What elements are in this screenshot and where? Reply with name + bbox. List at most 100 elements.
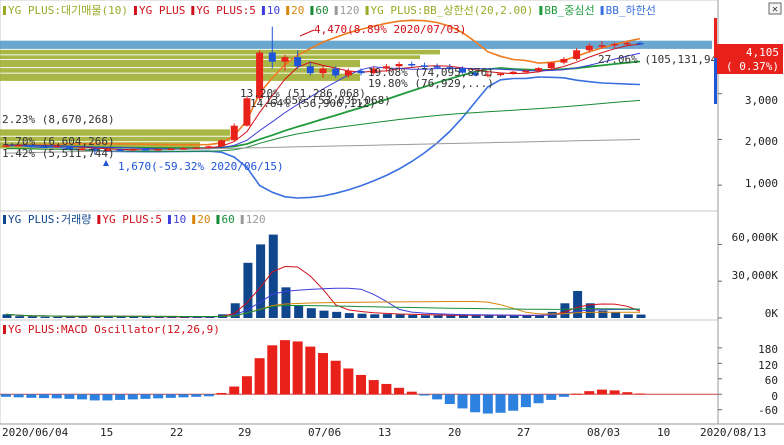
x-label-15: 15 (100, 426, 113, 439)
low-annotation: 1,670(-59.32% 2020/06/15) (118, 160, 284, 173)
candle-body (141, 149, 149, 151)
macd-bar (254, 358, 265, 395)
macd-bar (102, 394, 113, 401)
volume-bar (370, 314, 380, 318)
macd-bar (419, 394, 430, 396)
candle-body (547, 62, 555, 69)
candle-body (522, 70, 530, 73)
macd-legend-swatch-0 (3, 325, 6, 334)
macd-bar (51, 394, 62, 399)
volume-bar (40, 316, 50, 318)
macd-bar (279, 340, 290, 395)
price-legend-label-6: 120 (340, 4, 360, 17)
macd-bar (191, 394, 202, 397)
candle-body (230, 125, 238, 141)
macd-bar (533, 394, 544, 404)
macd-bar (470, 394, 481, 413)
candle-body (218, 140, 226, 147)
price-legend-swatch-4 (286, 6, 290, 15)
volume-bar (573, 291, 583, 318)
volume-bar (395, 314, 405, 318)
volume-y-tick-60000: 60,000K (732, 231, 779, 244)
volume-bar (306, 308, 316, 318)
volume-legend-label-3: 20 (197, 213, 210, 226)
band-label-1: 27.06% (105,131,942) (598, 53, 730, 66)
volume-bar (433, 315, 443, 318)
price-legend-label-2: YG PLUS:5 (196, 4, 256, 17)
price-legend-label-4: 20 (291, 4, 304, 17)
macd-bar (1, 394, 11, 397)
candle-body (560, 58, 568, 63)
macd-bar (406, 391, 417, 395)
price-legend-label-8: BB_중심선 (544, 4, 594, 17)
x-label-0803: 08/03 (587, 426, 620, 439)
candle-body (611, 43, 619, 46)
volume-legend-swatch-2 (167, 215, 171, 224)
price-y-tick-3000: 3,000 (745, 94, 778, 107)
macd-bar (330, 360, 341, 395)
candle-body (167, 148, 175, 151)
volume-bar (623, 314, 633, 318)
candle-body (509, 71, 517, 74)
candle-body (154, 149, 162, 151)
macd-bar (584, 391, 595, 395)
volume-profile-band (0, 73, 360, 81)
candle-body (129, 149, 137, 151)
macd-bar (140, 394, 151, 399)
price-legend-swatch-7 (365, 6, 369, 15)
macd-bar (229, 386, 240, 395)
macd-bar (305, 346, 316, 395)
volume-bar (408, 314, 418, 318)
macd-bar (368, 380, 379, 395)
volume-bar (116, 316, 126, 318)
volume-legend-label-5: 120 (246, 213, 266, 226)
price-legend-swatch-5 (310, 6, 314, 15)
macd-bar (482, 394, 493, 414)
macd-bar (343, 368, 354, 395)
volume-bar (382, 314, 392, 318)
candle-body (497, 73, 505, 76)
volume-legend-label-2: 10 (173, 213, 186, 226)
stock-chart-svg[interactable]: 4,470(8.89% 2020/07/03) 1,670(-59.32% 20… (0, 0, 784, 441)
macd-bar (622, 392, 633, 395)
volume-bar (636, 314, 646, 318)
macd-bar (127, 394, 138, 400)
volume-bar (129, 316, 139, 318)
macd-bar (546, 394, 557, 400)
price-legend-swatch-8 (539, 6, 543, 15)
macd-bar (267, 345, 278, 395)
candle-body (585, 45, 593, 51)
macd-bar (432, 394, 443, 400)
macd-y-tick-0: 0 (771, 390, 778, 403)
x-label-20: 20 (448, 426, 461, 439)
macd-bar (609, 390, 620, 395)
price-legend-label-0: YG PLUS:대기매물(10) (8, 4, 128, 17)
volume-profile-band (0, 49, 440, 55)
volume-y-tick-0: 0K (765, 307, 779, 320)
volume-legend-label-1: YG PLUS:5 (102, 213, 162, 226)
candle-body (205, 146, 213, 148)
volume-legend-swatch-5 (240, 215, 244, 224)
price-range-bar-up (714, 18, 717, 58)
candle-body (268, 52, 276, 62)
volume-bar (319, 310, 329, 318)
volume-legend-swatch-1 (97, 215, 101, 224)
price-legend-swatch-6 (334, 6, 338, 15)
volume-bar (357, 313, 367, 318)
price-legend-label-5: 60 (315, 4, 328, 17)
candle-body (281, 57, 289, 62)
candle-body (306, 66, 314, 74)
macd-bar (216, 392, 227, 395)
volume-profile-band (0, 55, 420, 59)
macd-bar (596, 389, 607, 395)
volume-bar (332, 311, 342, 318)
price-legend-label-9: BB_하한선 (606, 3, 656, 17)
volume-bar (446, 315, 456, 318)
volume-bar (522, 315, 532, 318)
volume-bar (256, 244, 266, 318)
volume-bar (53, 316, 63, 318)
price-legend-swatch-2 (191, 6, 195, 15)
macd-bar (318, 353, 328, 395)
macd-bar (381, 383, 392, 395)
volume-bar (611, 312, 621, 318)
